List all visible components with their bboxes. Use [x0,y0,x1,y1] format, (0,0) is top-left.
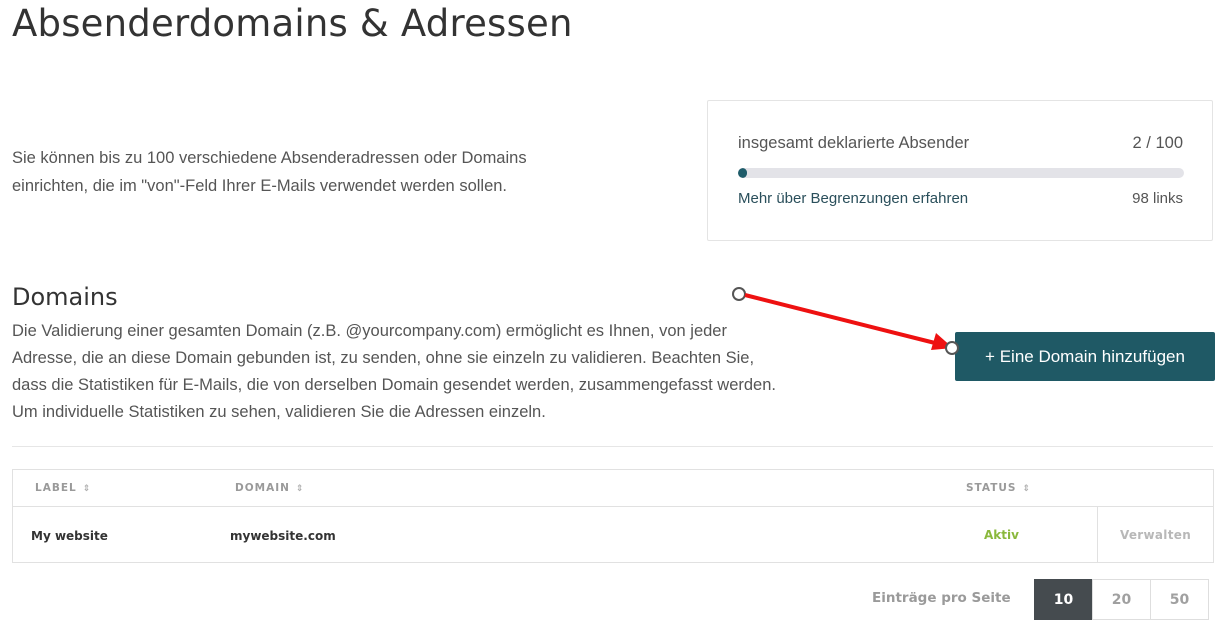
domains-section-title: Domains [12,283,118,311]
section-divider [12,446,1213,447]
column-header-label[interactable]: LABEL ⇕ [35,482,91,494]
row-label: My website [31,529,108,543]
quota-label: insgesamt deklarierte Absender [738,134,970,152]
manage-domain-button[interactable]: Verwalten [1097,507,1213,563]
domains-description: Die Validierung einer gesamten Domain (z… [12,322,776,421]
table-row: My website mywebsite.com Aktiv Verwalten [13,507,1213,563]
column-header-status[interactable]: STATUS ⇕ [966,482,1031,494]
sort-updown-icon[interactable]: ⇕ [296,484,305,494]
row-status-badge: Aktiv [984,528,1019,542]
quota-progress-bar [738,168,1184,178]
page-title: Absenderdomains & Adressen [12,2,573,45]
quota-progress-fill [738,168,747,178]
page-size-10-button[interactable]: 10 [1034,579,1093,620]
sort-updown-icon[interactable]: ⇕ [83,484,92,494]
column-header-domain[interactable]: DOMAIN ⇕ [235,482,304,494]
page-size-20-button[interactable]: 20 [1092,579,1151,620]
table-header-row: LABEL ⇕ DOMAIN ⇕ STATUS ⇕ [13,470,1213,507]
page-size-selector: 10 20 50 [1034,579,1209,620]
row-domain: mywebsite.com [230,529,336,543]
limits-info-link[interactable]: Mehr über Begrenzungen erfahren [738,190,968,207]
domains-table: LABEL ⇕ DOMAIN ⇕ STATUS ⇕ My website mywebs… [12,469,1214,563]
intro-text: Sie können bis zu 100 verschiedene Absen… [12,149,527,195]
quota-count: 2 / 100 [1132,134,1183,152]
sort-updown-icon[interactable]: ⇕ [1022,484,1031,494]
entries-per-page-label: Einträge pro Seite [872,590,1011,606]
add-domain-button[interactable]: + Eine Domain hinzufügen [955,332,1215,381]
sender-quota-card: insgesamt deklarierte Absender 2 / 100 M… [707,100,1213,241]
quota-remaining: 98 links [1132,190,1183,207]
page-size-50-button[interactable]: 50 [1150,579,1209,620]
